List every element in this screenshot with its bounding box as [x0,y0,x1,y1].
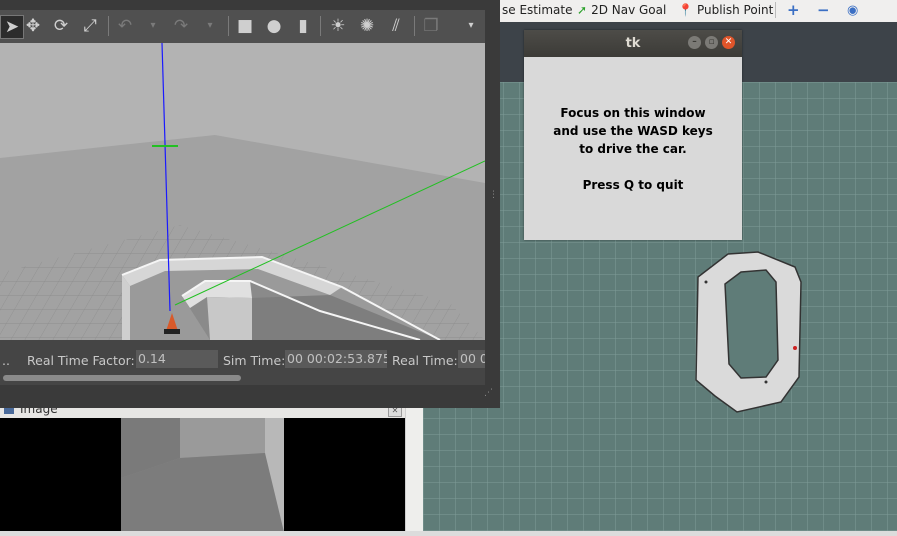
real-time-factor-value: 0.14 [136,350,218,368]
real-time-factor-label: Real Time Factor: [27,353,135,368]
rotate-icon[interactable]: ⟳ [50,15,72,37]
robot-marker [793,346,797,350]
sim-time-value: 00 00:02:53.875 [285,350,387,368]
gazebo-3d-scene[interactable] [0,43,485,340]
gazebo-status-bar: .. Real Time Factor: 0.14 Sim Time: 00 0… [0,340,485,385]
redo-icon[interactable]: ↷ [170,15,192,37]
directional-light-icon[interactable]: ⫽ [385,15,407,37]
undo-icon[interactable]: ↶ [114,15,136,37]
gazebo-scene-render [0,43,485,340]
horizontal-scrollbar[interactable] [3,375,241,381]
maximize-icon[interactable]: ▫ [705,36,718,49]
tk-window[interactable]: tk – ▫ ✕ Focus on this window and use th… [524,30,742,240]
pose-estimate-tool[interactable]: se Estimate [502,0,572,20]
publish-point-label: Publish Point [696,3,774,17]
instruction-line: to drive the car. [579,142,687,156]
camera-image-view [0,418,405,532]
copy-icon[interactable]: ❐ [420,15,442,37]
wall-outer-left [122,275,130,340]
rviz-toolbar: se Estimate ➚ 2D Nav Goal 📍 Publish Poin… [485,0,897,23]
real-time-value: 00 0 [458,350,485,368]
sim-time-label: Sim Time: [223,353,286,368]
toolbar-divider [108,16,109,36]
map-pin-icon: 📍 [678,3,693,17]
resize-grip-icon[interactable]: ⋰ [484,388,498,402]
cylinder-icon[interactable]: ▮ [292,15,314,37]
quit-instruction: Press Q to quit [582,178,684,192]
toolbar-divider [414,16,415,36]
track-map [695,251,802,413]
tk-body: Focus on this window and use the WASD ke… [524,57,742,240]
tk-titlebar[interactable]: tk – ▫ ✕ [524,30,742,57]
redo-dropdown-icon[interactable]: ▾ [199,15,221,37]
nav-goal-arrow-icon: ➚ [577,3,588,17]
status-strip [0,531,897,536]
sphere-icon[interactable]: ● [263,15,285,37]
minimize-icon[interactable]: – [688,36,701,49]
box-icon[interactable]: ■ [234,15,256,37]
undo-dropdown-icon[interactable]: ▾ [142,15,164,37]
wall-inner-face [207,297,252,340]
map-point [704,280,708,284]
toolbar-divider [228,16,229,36]
camera-image [121,418,284,532]
scale-icon[interactable]: ⤢ [79,15,101,37]
spot-light-icon[interactable]: ✺ [356,15,378,37]
camera-wall-center [180,418,265,458]
plus-icon[interactable]: + [787,0,800,20]
eye-icon[interactable]: ◉ [847,0,858,20]
real-time-label: Real Time: [392,353,458,368]
close-icon[interactable]: ✕ [722,36,735,49]
select-arrow-icon[interactable]: ➤ [0,15,24,39]
image-panel: Image ✕ [0,402,405,532]
gazebo-toolbar: ➤ ✥ ⟳ ⤢ ↶ ▾ ↷ ▾ ■ ● ▮ ☀ ✺ ⫽ ❐ ▾ [0,10,485,43]
track-inner [724,269,779,379]
gazebo-window: ➤ ✥ ⟳ ⤢ ↶ ▾ ↷ ▾ ■ ● ▮ ☀ ✺ ⫽ ❐ ▾ .. Real … [0,0,500,408]
minus-icon[interactable]: − [817,0,830,20]
splitter-handle[interactable]: ⋮ [489,190,498,210]
instruction-line: Focus on this window [560,106,706,120]
toolbar-divider [320,16,321,36]
toolbar-divider [775,2,776,18]
car-base [164,329,180,334]
instruction-line: and use the WASD keys [553,124,713,138]
point-light-icon[interactable]: ☀ [327,15,349,37]
pose-estimate-label: se Estimate [502,3,573,17]
map-point [764,380,768,384]
pause-button[interactable]: .. [2,353,10,368]
publish-point-tool[interactable]: 📍 Publish Point [678,0,773,20]
nav-goal-label: 2D Nav Goal [591,3,667,17]
translate-icon[interactable]: ✥ [22,15,44,37]
more-icon[interactable]: ▾ [460,15,482,37]
nav-goal-tool[interactable]: ➚ 2D Nav Goal [577,0,666,20]
